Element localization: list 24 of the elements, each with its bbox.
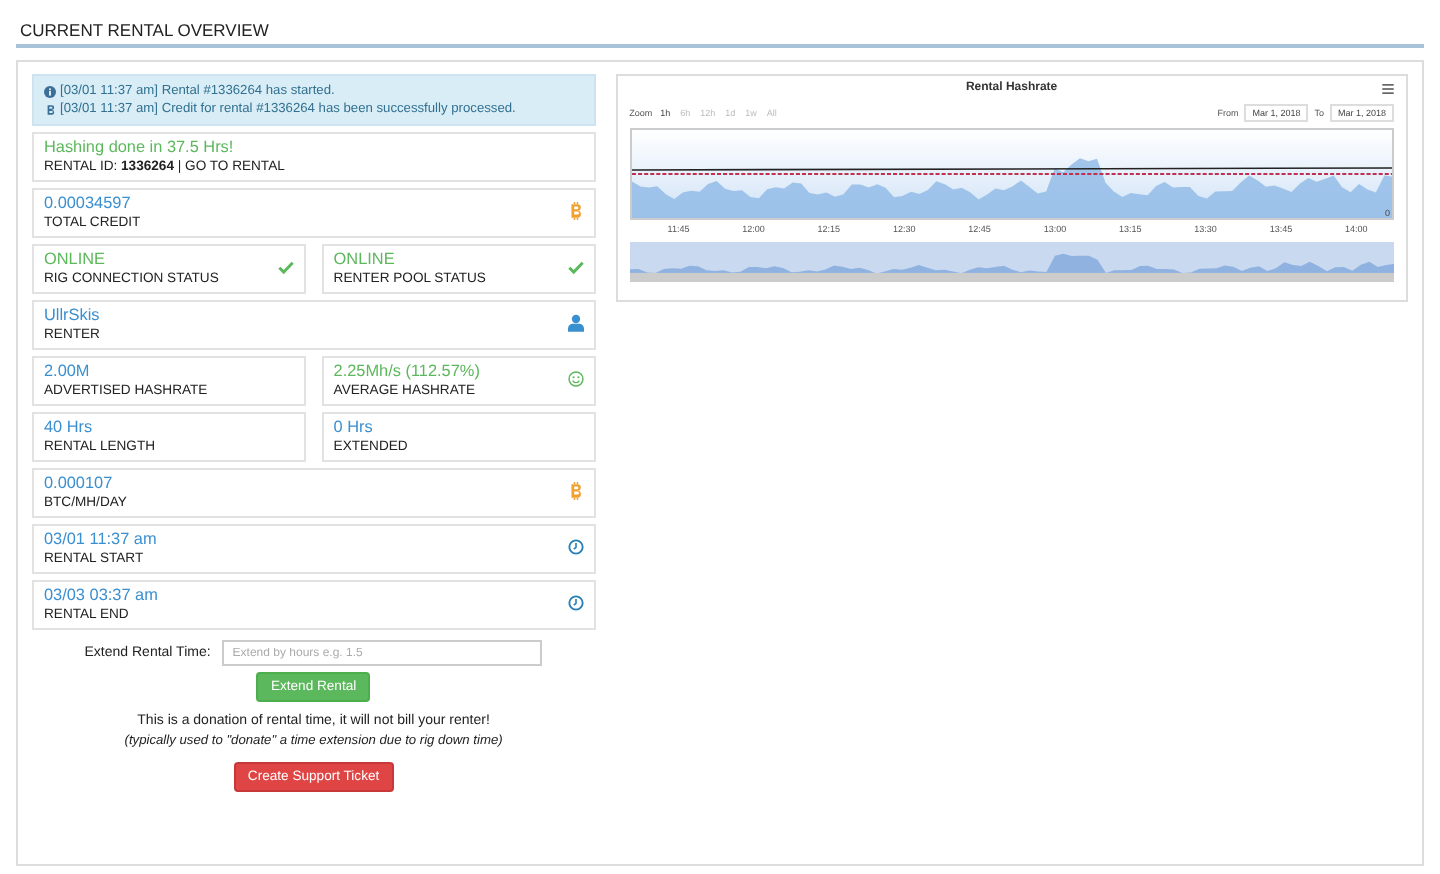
stat-value: 0.000107 (44, 474, 115, 494)
clock-icon (567, 538, 584, 556)
stat-value: ONLINE (44, 250, 107, 270)
hashing-status: Hashing done in 37.5 Hrs! (44, 138, 236, 158)
stat-value: UllrSkis (44, 306, 100, 326)
bitcoin-icon (567, 482, 584, 500)
bitcoin-icon (44, 103, 56, 115)
clock-icon (567, 594, 584, 612)
bitcoin-icon (567, 202, 584, 220)
stat-value: 03/03 03:37 am (44, 586, 158, 606)
check-icon (567, 258, 584, 276)
stat-value: 03/01 11:37 am (44, 530, 157, 550)
menu-icon[interactable] (1382, 84, 1394, 94)
stat-value: 0.00034597 (44, 194, 133, 214)
stat-value: 0 Hrs (333, 418, 375, 438)
stat-value: ONLINE (333, 250, 397, 270)
section-heading: CURRENT RENTAL OVERVIEW (16, 16, 1424, 48)
user-icon (567, 314, 584, 332)
stat-value: 2.00M (44, 362, 92, 382)
smiley-icon (567, 370, 584, 388)
info-icon (44, 85, 56, 97)
stat-value: 40 Hrs (44, 418, 95, 438)
check-icon (277, 258, 294, 276)
stat-value: 2.25Mh/s (112.57%) (333, 362, 480, 382)
